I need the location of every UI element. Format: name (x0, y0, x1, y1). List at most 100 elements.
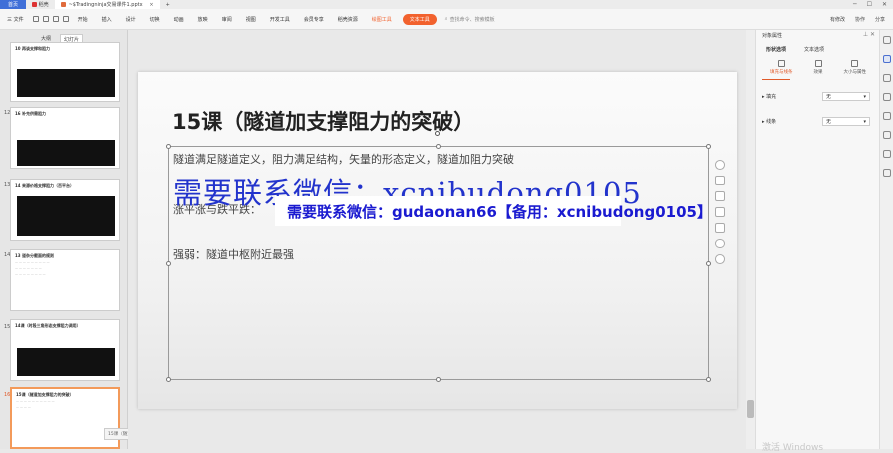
redo-icon[interactable] (62, 16, 69, 22)
line-label[interactable]: ▸ 线条 (762, 118, 822, 125)
print-icon[interactable] (42, 16, 49, 22)
save-icon[interactable] (32, 16, 39, 22)
vertical-scrollbar[interactable] (746, 30, 755, 449)
subtab-size-properties[interactable]: 大小与属性 (844, 60, 866, 75)
chevron-down-icon: ▾ (863, 118, 866, 125)
slide-thumbnail[interactable]: 10 再谈支撑和阻力 (10, 42, 120, 102)
slide-thumbnail-title: 13 道杂分截面的规则 (15, 253, 54, 258)
slide-thumbnail-title: 16 补充供需阻力 (15, 111, 46, 116)
chevron-down-icon: ▾ (863, 93, 866, 100)
lightbulb-icon[interactable] (715, 238, 725, 249)
shape-outline-icon[interactable] (715, 191, 725, 202)
slide-thumbnail[interactable]: 16 补充供需阻力 (10, 107, 120, 169)
right-sidebar-strip (879, 30, 893, 449)
resize-handle[interactable] (706, 377, 711, 382)
tab-design[interactable]: 设计 (119, 16, 143, 23)
close-icon[interactable]: ✕ (882, 1, 887, 8)
tab-transition[interactable]: 切换 (143, 16, 167, 23)
resize-handle[interactable] (436, 144, 441, 149)
close-panel-icon[interactable]: ✕ (870, 31, 875, 38)
fill-label-text: 填充 (766, 94, 777, 100)
resize-handle[interactable] (706, 261, 711, 266)
tab-view[interactable]: 视图 (239, 16, 263, 23)
floating-quick-toolbar (713, 156, 727, 265)
animation-icon[interactable] (882, 93, 891, 101)
collaborate-button[interactable]: 协作 (855, 16, 865, 23)
tab-animation[interactable]: 动画 (167, 16, 191, 23)
backup-icon[interactable] (882, 150, 891, 158)
undo-icon[interactable] (52, 16, 59, 22)
home-tab[interactable]: 首页 (0, 0, 26, 9)
slide-thumbnail-title: 15课（隧道加支撑阻力的突破） (16, 392, 74, 397)
modified-button[interactable]: 有修改 (830, 16, 845, 23)
command-search[interactable]: ⌕ 查找命令、搜索模板 (445, 16, 495, 23)
tab-slideshow[interactable]: 放映 (191, 16, 215, 23)
slide-thumbnail[interactable]: 13 道杂分截面的规则 — — — — — — — — — — — — — — … (10, 249, 120, 311)
minus-icon[interactable] (715, 160, 725, 170)
new-tab-button[interactable]: + (160, 0, 176, 9)
resize-handle[interactable] (166, 144, 171, 149)
slide-thumbnail-panel: 大纲 幻灯片 10 再谈支撑和阻力 12 16 补充供需阻力 13 14 来源价… (0, 30, 128, 449)
resize-handle[interactable] (436, 377, 441, 382)
resize-handle[interactable] (166, 261, 171, 266)
file-menu[interactable]: 三 文件 (0, 16, 31, 23)
share-button[interactable]: 分享 (875, 16, 885, 23)
document-tab[interactable]: ~$Tradingninja交易课件1.pptx × (54, 0, 160, 9)
line-select[interactable]: 无 ▾ (822, 117, 870, 126)
fill-label[interactable]: ▸ 填充 (762, 93, 822, 100)
slide-title[interactable]: 15课（隧道加支撑阻力的突破） (172, 106, 474, 136)
resize-handle[interactable] (706, 144, 711, 149)
copy-icon[interactable] (715, 222, 725, 233)
scrollbar-thumb[interactable] (747, 400, 754, 418)
tab-insert[interactable]: 插入 (95, 16, 119, 23)
fill-property: ▸ 填充 无 ▾ (762, 92, 874, 101)
object-properties-panel: 对象属性 ⊥ ✕ 形状选项 文本选项 填充与线条 效果 大小与属性 ▸ 填充 无… (755, 30, 879, 449)
tab-text-options[interactable]: 文本选项 (804, 46, 824, 53)
close-tab-icon[interactable]: × (149, 2, 153, 8)
slide-thumbnail[interactable]: 14课（时段三角形态支撑阻力调用） (10, 319, 120, 381)
tools-icon[interactable] (882, 112, 891, 120)
tab-text-tools[interactable]: 文本工具 (402, 13, 437, 25)
tab-shape-options[interactable]: 形状选项 (766, 46, 786, 53)
tab-home[interactable]: 开始 (71, 16, 95, 23)
tab-member[interactable]: 会员专享 (297, 16, 331, 23)
rotate-handle[interactable] (435, 131, 440, 136)
thumbnail-chart (17, 196, 115, 236)
effects-icon (814, 60, 822, 67)
style-icon[interactable] (882, 74, 891, 82)
docer-icon (32, 2, 37, 7)
pin-icon[interactable]: ⊥ (863, 31, 868, 38)
subtab-fill-line[interactable]: 填充与线条 (770, 60, 793, 75)
slide-body-line-1[interactable]: 隧道满足隧道定义，阻力满足结构，矢量的形态定义，隧道加阻力突破 (173, 151, 514, 167)
fill-select[interactable]: 无 ▾ (822, 92, 870, 101)
crop-icon[interactable] (715, 207, 725, 217)
slide-thumbnail-title: 14课（时段三角形态支撑阻力调用） (15, 323, 81, 328)
layers-icon[interactable] (715, 175, 725, 186)
resize-handle[interactable] (166, 377, 171, 382)
thumbnail-chart (17, 348, 115, 376)
settings-icon[interactable] (882, 169, 891, 177)
tab-docer[interactable]: 稻壳资源 (331, 16, 365, 23)
window-controls: ─ ☐ ✕ (853, 1, 893, 8)
tab-review[interactable]: 审阅 (215, 16, 239, 23)
size-icon (851, 60, 859, 67)
app-tab-label: 稻壳 (38, 2, 49, 8)
new-tab-label: + (165, 1, 170, 8)
help-icon[interactable] (882, 131, 891, 139)
select-icon[interactable] (882, 36, 891, 44)
properties-icon[interactable] (882, 55, 891, 63)
more-icon[interactable] (715, 254, 725, 265)
minimize-icon[interactable]: ─ (853, 1, 857, 8)
tab-drawing-tools[interactable]: 绘图工具 (365, 16, 399, 23)
app-tab[interactable]: 稻壳 (26, 0, 55, 9)
line-property: ▸ 线条 无 ▾ (762, 117, 874, 126)
thumbnail-text: — — — — — — — — (15, 272, 46, 276)
line-select-value: 无 (826, 119, 832, 125)
maximize-icon[interactable]: ☐ (867, 1, 872, 8)
slide-thumbnail[interactable]: 14 来源价格支撑阻力（百平台） (10, 179, 120, 241)
pptx-icon (60, 2, 66, 7)
slide-body-line-3[interactable]: 强弱：隧道中枢附近最强 (173, 246, 294, 262)
subtab-effects[interactable]: 效果 (813, 60, 824, 75)
tab-developer[interactable]: 开发工具 (263, 16, 297, 23)
watermark-overlay-small: 需要联系微信：gudaonan66【备用：xcnibudong0105】 (275, 196, 712, 226)
